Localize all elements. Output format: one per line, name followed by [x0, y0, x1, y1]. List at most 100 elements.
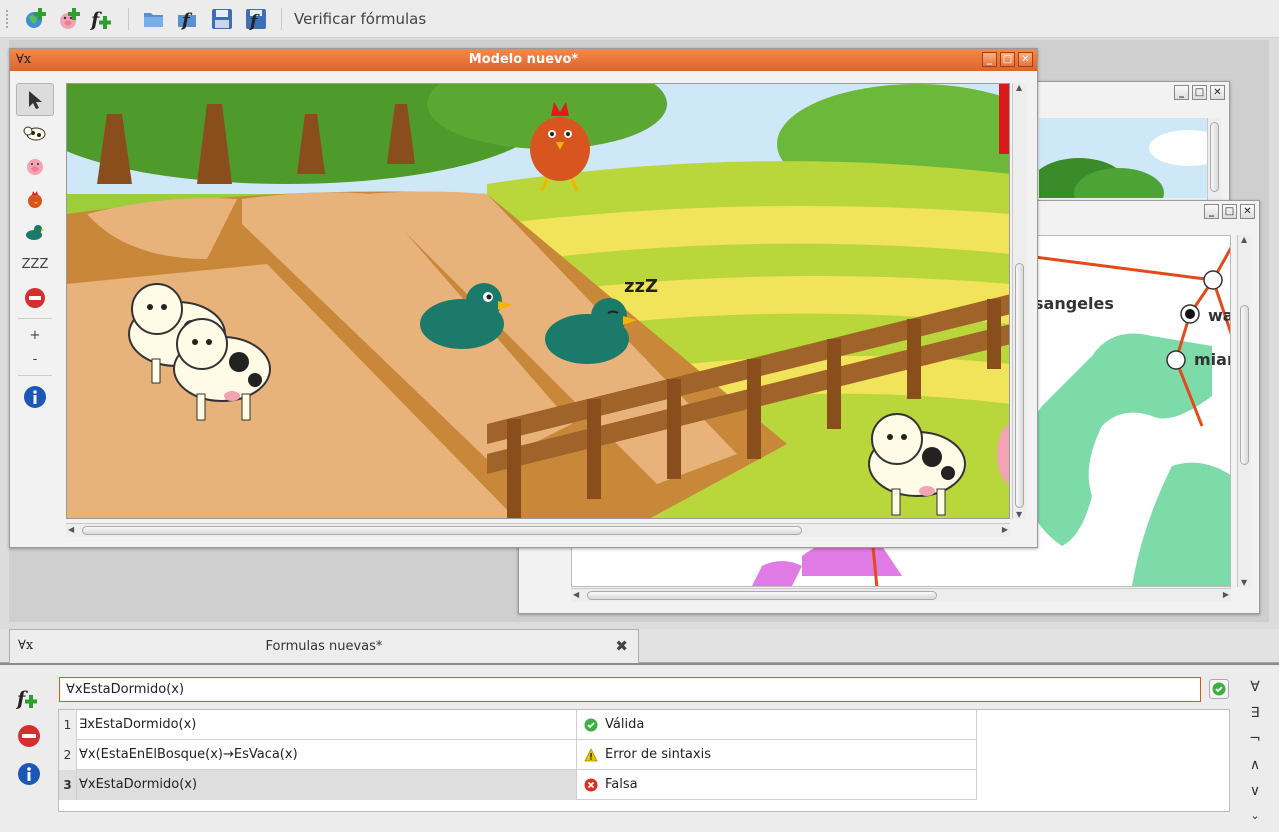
maximize-button[interactable]: □	[1192, 85, 1207, 100]
zoom-in-button[interactable]: +	[16, 323, 54, 347]
hen-icon	[28, 190, 42, 208]
delete-tool[interactable]	[16, 281, 54, 314]
forall-icon: ∀x	[16, 52, 32, 67]
cursor-arrow-icon	[29, 90, 42, 109]
city-label: mian	[1194, 350, 1230, 369]
formula-panel: f 1 ∃xEstaDormido(x) Válida 2 ∀x(EstaEnE…	[0, 663, 1279, 832]
formula-result: Error de sintaxis	[578, 740, 977, 770]
false-icon	[584, 778, 598, 792]
cow-icon	[23, 126, 46, 140]
row-number: 1	[59, 710, 77, 740]
table-row[interactable]: 1 ∃xEstaDormido(x) Válida	[59, 710, 977, 740]
add-cow-tool[interactable]	[16, 116, 54, 149]
new-formula-icon[interactable]: f	[90, 6, 116, 32]
sleep-indicator: zzZ	[624, 276, 659, 297]
and-symbol-button[interactable]: ∧	[1242, 757, 1268, 783]
formula-input[interactable]	[59, 677, 1201, 702]
palette-separator	[18, 375, 52, 376]
window-titlebar[interactable]: ∀x Modelo nuevo* _ □ ✕	[10, 49, 1037, 71]
palette-separator	[18, 318, 52, 319]
svg-text:f: f	[16, 688, 28, 710]
formula-tabstrip: ∀x Formulas nuevas* ✖	[0, 629, 1279, 663]
formula-expression[interactable]: ∃xEstaDormido(x)	[77, 710, 577, 740]
new-pig-world-icon[interactable]	[56, 6, 82, 32]
toolbar-separator	[128, 7, 129, 30]
farm-scene	[67, 84, 1009, 518]
open-folder-icon[interactable]	[141, 6, 167, 32]
table-row[interactable]: 2 ∀x(EstaEnElBosque(x)→EsVaca(x) Error d…	[59, 740, 977, 770]
tab-title: Formulas nuevas*	[265, 639, 383, 654]
new-world-icon[interactable]	[22, 6, 48, 32]
formula-actions: f	[14, 679, 44, 793]
logic-symbols: ∀ ∃ ¬ ∧ ∨ ⌄	[1242, 679, 1268, 823]
maximize-button[interactable]: □	[1000, 52, 1015, 67]
horizontal-scrollbar[interactable]: ◀ ▶	[66, 523, 1010, 537]
or-symbol-button[interactable]: ∨	[1242, 783, 1268, 809]
tab-formulas[interactable]: ∀x Formulas nuevas* ✖	[9, 629, 639, 663]
sleep-tool[interactable]: ZZZ	[16, 248, 54, 281]
row-number: 2	[59, 740, 77, 770]
formula-result: Válida	[578, 710, 977, 740]
world-model-window[interactable]: ∀x Modelo nuevo* _ □ ✕ ZZZ + - zzZ ▲ ▼ ◀…	[9, 48, 1038, 548]
add-formula-icon: f	[16, 688, 37, 710]
no-entry-icon	[18, 725, 40, 747]
toolbar-grip[interactable]	[6, 9, 10, 28]
delete-formula-button[interactable]	[14, 717, 44, 755]
object-palette: ZZZ + -	[16, 83, 54, 413]
toolbar-separator	[281, 7, 282, 30]
vertical-scrollbar[interactable]: ▲ ▼	[1012, 83, 1026, 519]
valid-icon	[584, 718, 598, 732]
open-formula-icon[interactable]: f	[175, 6, 201, 32]
minimize-button[interactable]: _	[1204, 204, 1219, 219]
horizontal-scrollbar[interactable]: ◀ ▶	[571, 588, 1231, 602]
zoom-out-button[interactable]: -	[16, 347, 54, 371]
main-toolbar: f f f Verificar fórmulas	[0, 0, 1279, 38]
forall-symbol-button[interactable]: ∀	[1242, 679, 1268, 705]
svg-text:f: f	[90, 9, 102, 31]
warning-icon	[584, 748, 598, 762]
add-duck-tool[interactable]	[16, 215, 54, 248]
formula-expression[interactable]: ∀x(EstaEnElBosque(x)→EsVaca(x)	[77, 740, 577, 770]
check-icon	[1212, 682, 1226, 696]
close-button[interactable]: ✕	[1018, 52, 1033, 67]
close-tab-icon[interactable]: ✖	[615, 637, 628, 655]
info-icon	[24, 385, 46, 408]
formula-expression[interactable]: ∀xEstaDormido(x)	[77, 770, 577, 800]
duck-icon	[26, 224, 45, 240]
info-button[interactable]	[16, 380, 54, 413]
exists-symbol-button[interactable]: ∃	[1242, 705, 1268, 731]
close-button[interactable]: ✕	[1210, 85, 1225, 100]
row-number: 3	[59, 770, 77, 800]
maximize-button[interactable]: □	[1222, 204, 1237, 219]
pig-icon	[27, 158, 43, 175]
formula-info-button[interactable]	[14, 755, 44, 793]
close-button[interactable]: ✕	[1240, 204, 1255, 219]
no-entry-icon	[25, 287, 45, 308]
city-label: wa	[1208, 306, 1230, 325]
save-formula-icon[interactable]: f	[243, 6, 269, 32]
vertical-scrollbar[interactable]: ▲ ▼	[1237, 235, 1251, 587]
result-text: Error de sintaxis	[605, 747, 711, 762]
more-symbols-button[interactable]: ⌄	[1242, 809, 1268, 823]
minimize-button[interactable]: _	[1174, 85, 1189, 100]
formula-result: Falsa	[578, 770, 977, 800]
city-label: sangeles	[1034, 294, 1114, 313]
save-icon[interactable]	[209, 6, 235, 32]
pointer-tool[interactable]	[16, 83, 54, 116]
add-formula-button[interactable]: f	[14, 679, 44, 717]
validate-formula-button[interactable]	[1209, 679, 1229, 699]
world-thumbnail	[1039, 118, 1219, 198]
not-symbol-button[interactable]: ¬	[1242, 731, 1268, 757]
verify-formulas-button[interactable]: Verificar fórmulas	[294, 10, 426, 28]
formula-table: 1 ∃xEstaDormido(x) Válida 2 ∀x(EstaEnElB…	[58, 709, 1230, 812]
add-hen-tool[interactable]	[16, 182, 54, 215]
add-pig-tool[interactable]	[16, 149, 54, 182]
result-text: Válida	[605, 717, 645, 732]
result-text: Falsa	[605, 777, 638, 792]
world-canvas[interactable]: zzZ	[66, 83, 1010, 519]
info-icon	[18, 763, 40, 785]
vertical-scrollbar[interactable]	[1207, 118, 1221, 202]
minimize-button[interactable]: _	[982, 52, 997, 67]
window-title: Modelo nuevo*	[468, 52, 579, 67]
table-row[interactable]: 3 ∀xEstaDormido(x) Falsa	[59, 770, 977, 800]
